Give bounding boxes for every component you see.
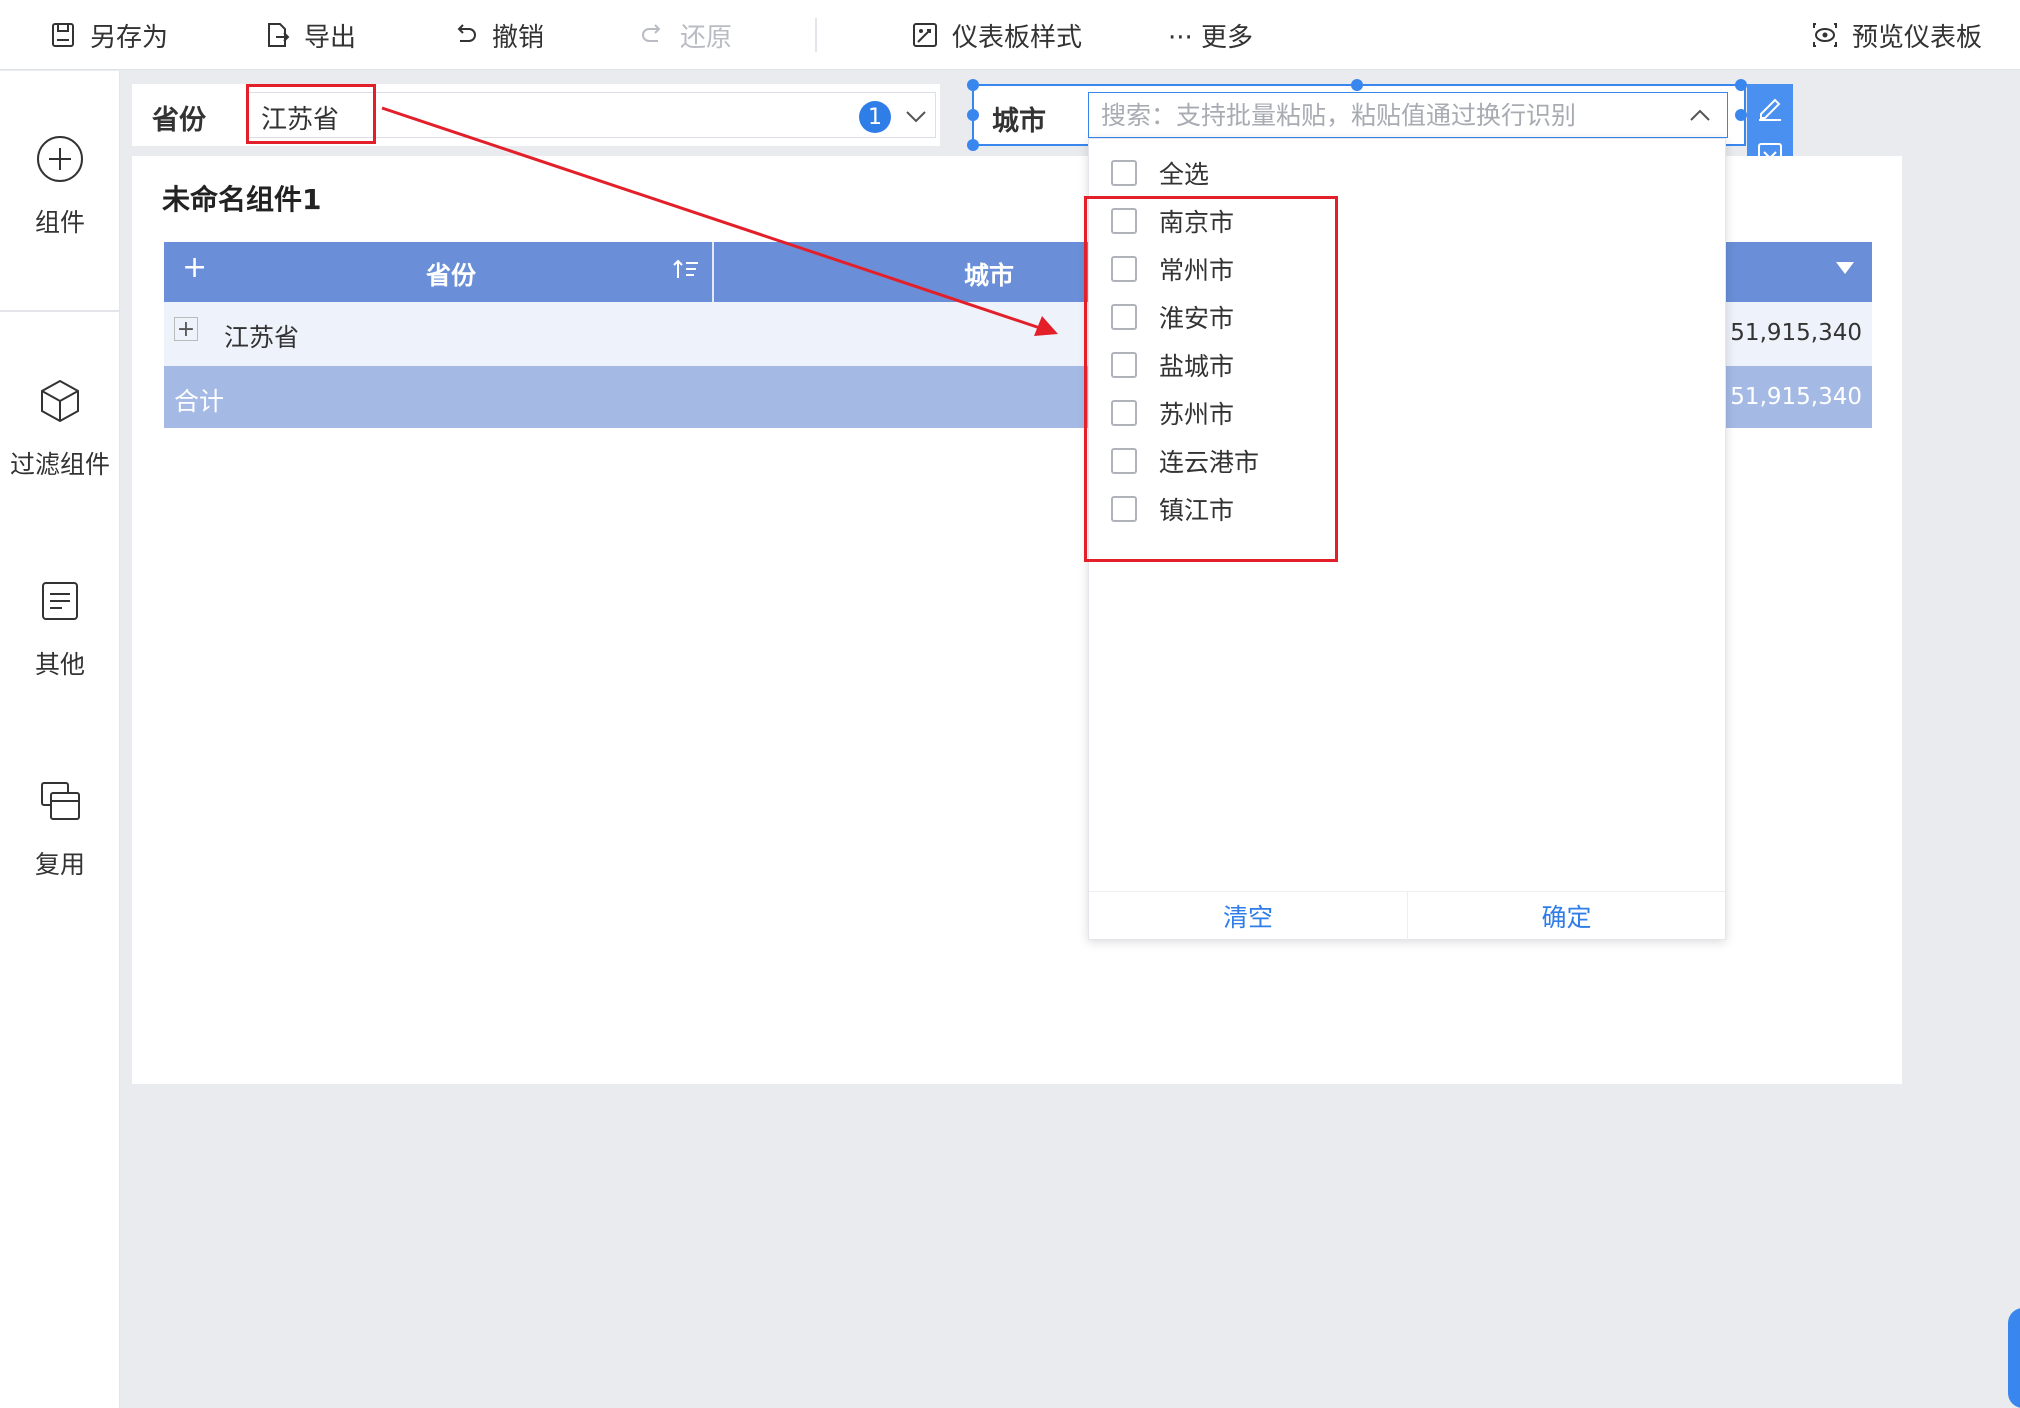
preview-eye-icon: [1813, 23, 1837, 47]
clear-button[interactable]: 清空: [1089, 892, 1407, 940]
save-icon: [52, 23, 74, 47]
checkbox[interactable]: [1111, 160, 1137, 186]
cube-icon: [41, 379, 79, 423]
save-as-label: 另存为: [90, 22, 169, 53]
sidebar-divider: [0, 310, 120, 312]
dropdown-footer: 清空 确定: [1089, 891, 1725, 940]
save-as-button[interactable]: 另存为: [48, 14, 168, 56]
document-icon: [42, 582, 78, 620]
more-label: ··· 更多: [1168, 22, 1254, 53]
preview-label: 预览仪表板: [1852, 22, 1983, 53]
export-label: 导出: [304, 22, 357, 53]
export-button[interactable]: 导出: [262, 14, 356, 56]
annotation-highlight-province: [246, 84, 376, 144]
sidebar-label-reuse: 复用: [34, 850, 85, 879]
sidebar-label-components: 组件: [34, 208, 85, 237]
export-icon: [268, 23, 290, 47]
option-label: 全选: [1159, 160, 1210, 189]
palette-icon: [913, 23, 937, 47]
column-divider: [712, 242, 714, 302]
annotation-highlight-cities: [1084, 196, 1338, 562]
sidebar-item-filter-components[interactable]: 过滤组件: [0, 375, 120, 481]
edit-pencil-icon[interactable]: [1755, 92, 1785, 122]
sidebar-item-other[interactable]: 其他: [0, 575, 120, 681]
dashboard-style-label: 仪表板样式: [952, 22, 1083, 53]
widget-title: 未命名组件1: [162, 183, 322, 216]
sidebar-item-reuse[interactable]: 复用: [0, 775, 120, 881]
left-sidebar: 组件 过滤组件 其他 复用: [0, 71, 120, 1408]
option-select-all[interactable]: 全选: [1111, 153, 1209, 193]
resize-handle-left[interactable]: [967, 109, 979, 121]
dashboard-style-button[interactable]: 仪表板样式: [910, 14, 1082, 56]
side-collapse-tab[interactable]: [2008, 1308, 2020, 1408]
province-filter-label: 省份: [152, 105, 206, 136]
undo-icon: [457, 24, 476, 42]
column-header-city[interactable]: 城市: [964, 256, 1014, 292]
resize-handle-top[interactable]: [1351, 79, 1363, 91]
expand-all-button[interactable]: +: [182, 250, 207, 285]
redo-label: 还原: [680, 22, 733, 53]
city-filter: 城市: [967, 79, 1747, 151]
column-header-province[interactable]: 省份: [426, 256, 476, 292]
chevron-down-icon[interactable]: [901, 101, 931, 131]
chevron-up-icon[interactable]: [1685, 101, 1715, 131]
confirm-button[interactable]: 确定: [1407, 892, 1725, 940]
redo-icon: [642, 24, 661, 42]
resize-handle-bottom-left[interactable]: [967, 139, 979, 151]
resize-handle-right[interactable]: [1735, 109, 1747, 121]
add-circle-icon: [37, 136, 83, 182]
city-filter-label: 城市: [992, 106, 1046, 137]
total-label: 合计: [174, 387, 225, 416]
sidebar-label-filter-components: 过滤组件: [9, 450, 110, 479]
top-toolbar: 另存为 导出 撤销 还原 仪表板样式 ··· 更多 预览仪表板: [0, 0, 2020, 70]
sidebar-label-other: 其他: [34, 650, 85, 679]
row-province-cell: 江苏省: [224, 323, 300, 352]
caret-down-icon[interactable]: [1836, 262, 1854, 274]
expand-row-button[interactable]: +: [174, 317, 198, 342]
row-value-cell: 51,915,340: [1730, 320, 1862, 346]
resize-handle-top-right[interactable]: [1735, 79, 1747, 91]
city-search-input[interactable]: [1089, 93, 1649, 137]
city-search-box[interactable]: [1088, 92, 1728, 138]
more-button[interactable]: ··· 更多: [1168, 14, 1253, 56]
resize-handle-top-left[interactable]: [967, 79, 979, 91]
selected-count-badge: 1: [859, 101, 891, 133]
sort-icon[interactable]: [672, 256, 700, 284]
undo-button[interactable]: 撤销: [450, 14, 544, 56]
sidebar-item-components[interactable]: 组件: [0, 133, 120, 239]
undo-label: 撤销: [492, 22, 545, 53]
redo-button[interactable]: 还原: [638, 14, 732, 56]
toolbar-divider: [815, 18, 817, 52]
copy-icon: [41, 782, 80, 820]
total-value: 51,915,340: [1730, 384, 1862, 410]
preview-dashboard-button[interactable]: 预览仪表板: [1810, 14, 1982, 56]
